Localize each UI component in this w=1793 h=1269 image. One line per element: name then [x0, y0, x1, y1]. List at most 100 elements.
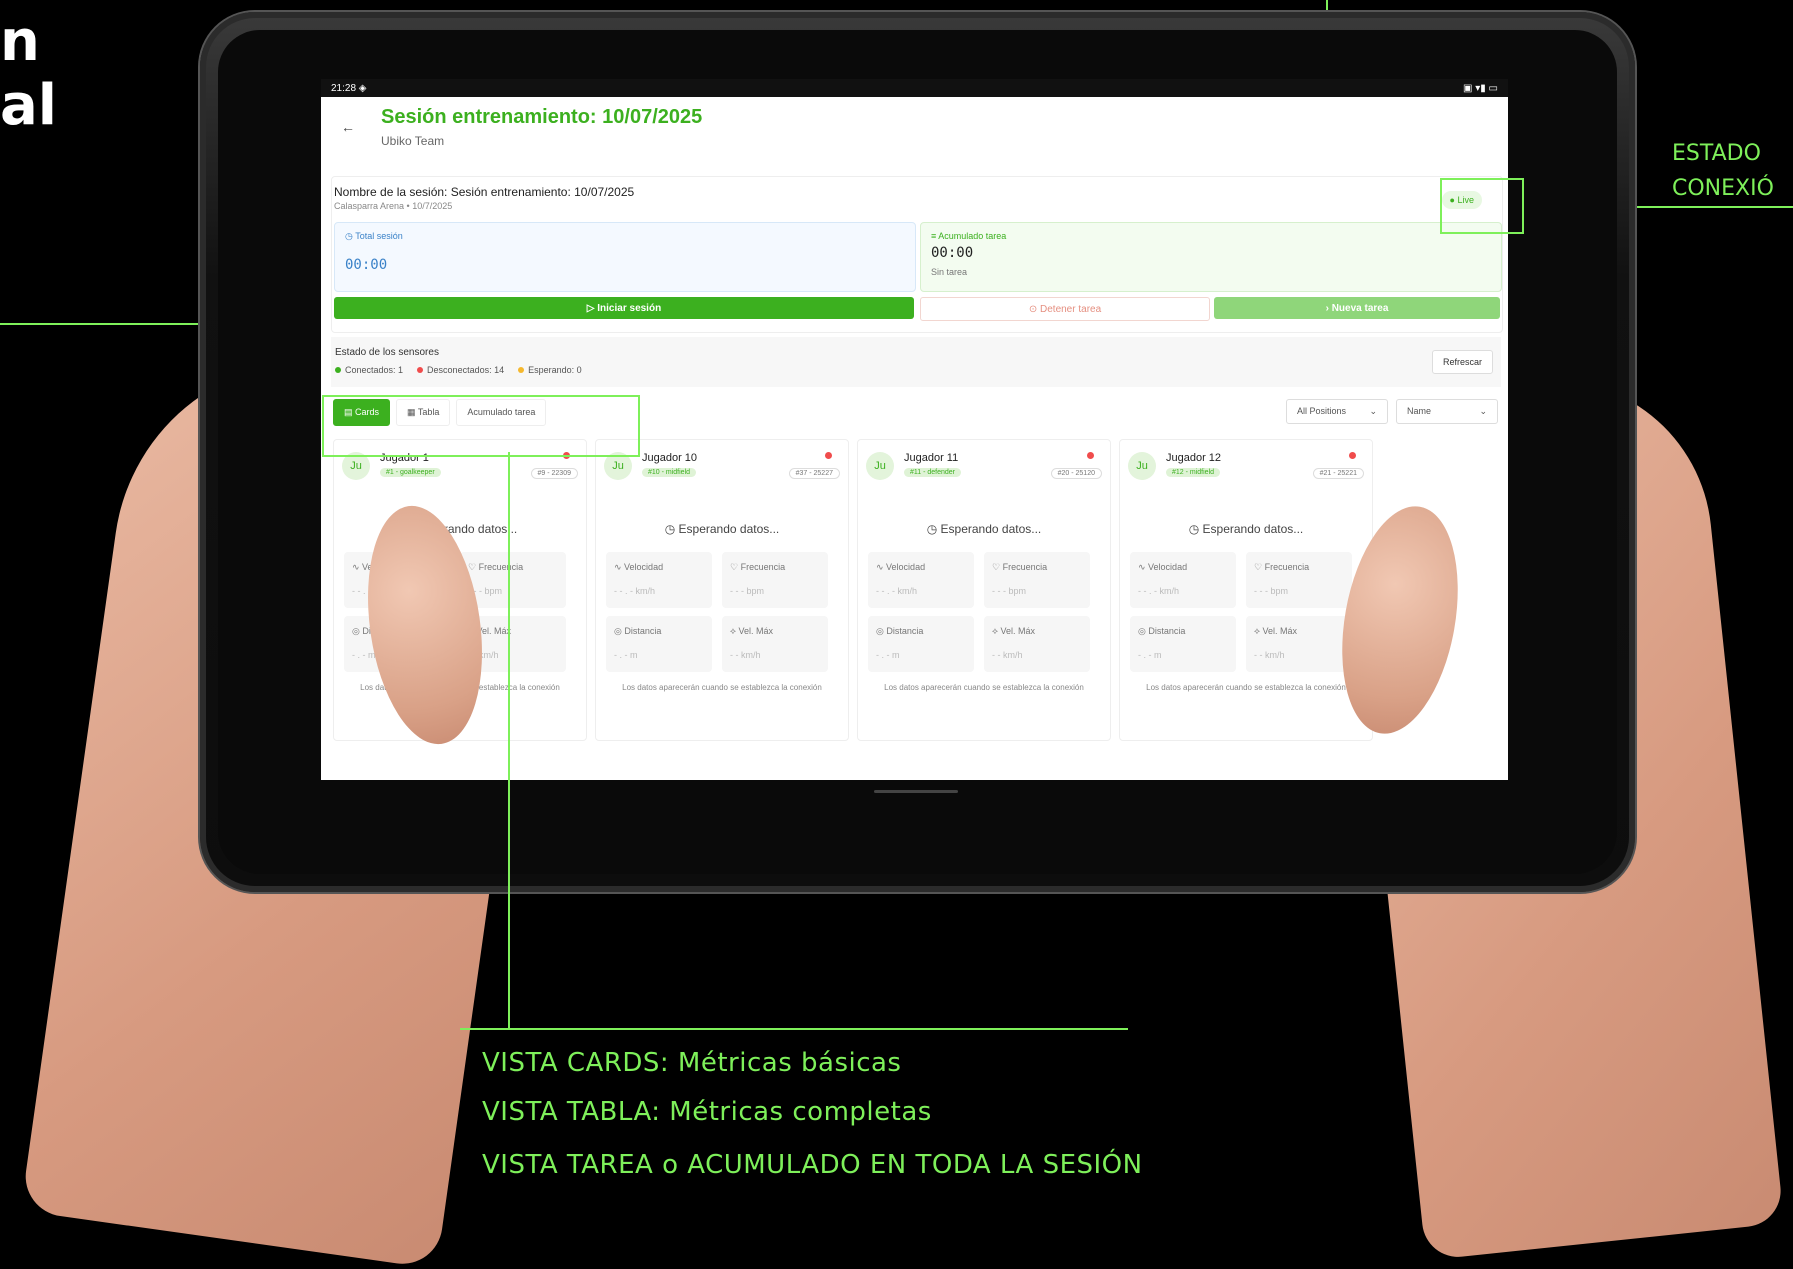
disconnected-dot-icon: [825, 452, 832, 459]
annotation-line-bottom-vertical: [508, 452, 510, 1030]
hero-title-line1: n: [0, 9, 40, 74]
player-position-badge: #10 - midfield: [642, 468, 697, 477]
sensor-id-badge: #21 - 25221: [1312, 468, 1364, 479]
frequency-metric: ♡ Frecuencia - - - bpm: [984, 552, 1090, 608]
distance-label: ◎ Distancia: [614, 626, 662, 636]
waiting-data-text: ◷ Esperando datos...: [664, 522, 780, 536]
card-note: Los datos aparecerán cuando se establezc…: [1146, 683, 1346, 692]
player-name: Jugador 11: [904, 452, 959, 464]
new-task-button[interactable]: › Nueva tarea: [1214, 297, 1500, 319]
sort-select[interactable]: Name ⌄: [1396, 399, 1498, 424]
distance-value: - . - m: [352, 650, 376, 660]
connected-dot-icon: [335, 367, 341, 373]
frequency-metric: ♡ Frecuencia - - - bpm: [722, 552, 828, 608]
disconnected-dot-icon: [1087, 452, 1094, 459]
caption-cards-view: VISTA CARDS: Métricas básicas: [482, 1048, 902, 1078]
sensor-connected: Conectados: 1: [335, 365, 403, 375]
chevron-down-icon: ⌄: [1479, 406, 1487, 416]
max-speed-metric: ⟡ Vel. Máx - - km/h: [984, 616, 1090, 672]
session-panel: Nombre de la sesión: Sesión entrenamient…: [331, 176, 1503, 333]
status-time: 21:28 ◈: [331, 82, 367, 94]
speed-value: - - . - km/h: [876, 586, 917, 596]
distance-value: - . - m: [614, 650, 638, 660]
total-session-box: ◷ Total sesión 00:00: [334, 222, 916, 292]
waiting-data-text: ◷ Esperando datos...: [926, 522, 1042, 536]
speed-value: - - . - km/h: [1138, 586, 1179, 596]
accumulated-task-label: ≡ Acumulado tarea: [931, 231, 1007, 241]
speed-label: ∿ Velocidad: [614, 562, 664, 572]
distance-metric: ◎ Distancia - . - m: [1130, 616, 1236, 672]
total-session-value: 00:00: [345, 257, 388, 273]
waiting-data-text: ◷ Esperando datos...: [402, 522, 518, 536]
max-speed-label: ⟡ Vel. Máx: [730, 626, 773, 636]
player-cards: Ju Jugador 1 #1 - goalkeeper #9 - 22309 …: [333, 439, 1373, 741]
player-position-badge: #1 - goalkeeper: [380, 468, 441, 477]
sensor-waiting: Esperando: 0: [518, 365, 582, 375]
card-note: Los datos aparecerán cuando se establezc…: [622, 683, 822, 692]
player-card[interactable]: Ju Jugador 11 #11 - defender #20 - 25120…: [857, 439, 1111, 741]
hero-title-line2: al: [0, 73, 57, 138]
annotation-line-bottom: [460, 1028, 1128, 1030]
card-note: Los datos aparecerán cuando se establezc…: [884, 683, 1084, 692]
caption-table-view: VISTA TABLA: Métricas completas: [482, 1097, 932, 1127]
view-switcher-highlight: [322, 395, 640, 457]
accumulated-task-value: 00:00: [931, 245, 974, 261]
distance-metric: ◎ Distancia - . - m: [606, 616, 712, 672]
refresh-button[interactable]: Refrescar: [1431, 350, 1493, 374]
speed-metric: ∿ Velocidad - - . - km/h: [1130, 552, 1236, 608]
speed-metric: ∿ Velocidad - - . - km/h: [868, 552, 974, 608]
sensor-disconnected: Desconectados: 14: [417, 365, 504, 375]
start-session-button[interactable]: ▷ Iniciar sesión: [334, 297, 914, 319]
stop-task-button[interactable]: ⊙ Detener tarea: [920, 297, 1210, 321]
player-card[interactable]: Ju Jugador 10 #10 - midfield #37 - 25227…: [595, 439, 849, 741]
frequency-label: ♡ Frecuencia: [992, 562, 1048, 572]
max-speed-metric: ⟡ Vel. Máx - - km/h: [722, 616, 828, 672]
sensor-status-panel: Estado de los sensores Conectados: 1 Des…: [331, 337, 1501, 387]
distance-value: - . - m: [876, 650, 900, 660]
speed-label: ∿ Velocidad: [876, 562, 926, 572]
disconnected-dot-icon: [417, 367, 424, 373]
sensor-status-row: Conectados: 1 Desconectados: 14 Esperand…: [335, 365, 582, 375]
accumulated-task-box: ≡ Acumulado tarea 00:00 Sin tarea: [920, 222, 1502, 292]
max-speed-value: - - km/h: [730, 650, 761, 660]
max-speed-value: - - km/h: [992, 650, 1023, 660]
accumulated-task-sub: Sin tarea: [931, 267, 968, 277]
player-position-badge: #12 - midfield: [1166, 468, 1221, 477]
distance-metric: ◎ Distancia - . - m: [868, 616, 974, 672]
total-session-label: ◷ Total sesión: [345, 231, 403, 241]
player-position-badge: #11 - defender: [904, 468, 962, 477]
max-speed-label: ⟡ Vel. Máx: [1254, 626, 1297, 636]
max-speed-metric: ⟡ Vel. Máx - - km/h: [1246, 616, 1352, 672]
player-card[interactable]: Ju Jugador 12 #12 - midfield #21 - 25221…: [1119, 439, 1373, 741]
back-arrow-icon[interactable]: ←: [341, 119, 355, 135]
frequency-value: - - - bpm: [730, 586, 765, 596]
player-name: Jugador 10: [642, 452, 698, 464]
sensor-id-badge: #20 - 25120: [1050, 468, 1102, 479]
chevron-down-icon: ⌄: [1369, 406, 1377, 416]
distance-label: ◎ Distancia: [876, 626, 924, 636]
speed-label: ∿ Velocidad: [1138, 562, 1188, 572]
speed-value: - - . - km/h: [614, 586, 655, 596]
speed-metric: ∿ Velocidad - - . - km/h: [606, 552, 712, 608]
sensor-status-title: Estado de los sensores: [335, 347, 439, 358]
live-status-highlight: [1440, 178, 1524, 234]
status-icons: ▣ ▾▮ ▭: [1463, 82, 1498, 94]
filters: All Positions ⌄ Name ⌄: [1286, 399, 1498, 424]
session-meta: Calasparra Arena • 10/7/2025: [334, 201, 453, 211]
frequency-label: ♡ Frecuencia: [468, 562, 524, 572]
page-subtitle: Ubiko Team: [381, 134, 445, 148]
waiting-dot-icon: [518, 367, 525, 373]
page-header: ← Sesión entrenamiento: 10/07/2025 Ubiko…: [321, 97, 1508, 167]
sensor-id-badge: #37 - 25227: [788, 468, 840, 479]
page-title: Sesión entrenamiento: 10/07/2025: [381, 106, 703, 128]
max-speed-label: ⟡ Vel. Máx: [992, 626, 1035, 636]
distance-label: ◎ Distancia: [1138, 626, 1186, 636]
avatar: Ju: [1128, 452, 1156, 480]
annotation-estado: ESTADO: [1672, 141, 1761, 166]
frequency-label: ♡ Frecuencia: [730, 562, 786, 572]
frequency-value: - - - bpm: [1254, 586, 1289, 596]
caption-accumulated-view: VISTA TAREA o ACUMULADO EN TODA LA SESIÓ…: [482, 1150, 1143, 1180]
annotation-conexion: CONEXIÓ: [1672, 176, 1774, 201]
max-speed-value: - - km/h: [1254, 650, 1285, 660]
positions-select[interactable]: All Positions ⌄: [1286, 399, 1388, 424]
